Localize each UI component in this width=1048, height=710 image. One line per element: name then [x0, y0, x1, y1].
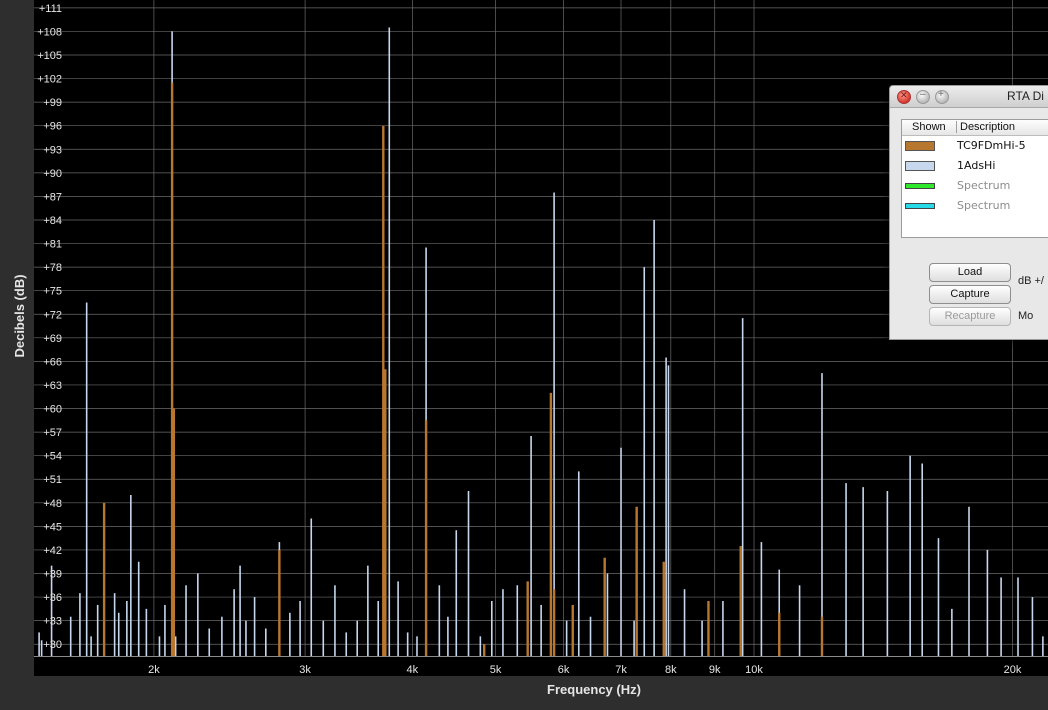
y-tick-label: +30 — [43, 639, 62, 651]
zoom-window-icon[interactable] — [935, 89, 949, 104]
x-tick-label: 9k — [709, 664, 721, 676]
x-tick-label: 3k — [299, 664, 311, 676]
y-tick-label: +57 — [43, 427, 62, 439]
y-tick-label: +102 — [37, 74, 62, 86]
x-tick-label: 20k — [1004, 664, 1022, 676]
y-tick-label: +54 — [43, 451, 62, 463]
y-tick-label: +111 — [39, 3, 62, 15]
y-tick-label: +33 — [43, 616, 62, 628]
x-tick-label: 2k — [148, 664, 160, 676]
series-color-swatch[interactable] — [905, 183, 935, 189]
db-offset-label: dB +/ — [1018, 275, 1044, 287]
y-tick-label: +39 — [43, 569, 62, 581]
column-separator — [956, 121, 957, 133]
y-tick-label: +42 — [43, 545, 62, 557]
window-titlebar[interactable]: RTA Di — [890, 86, 1048, 108]
y-tick-label: +72 — [43, 309, 62, 321]
mode-label: Mo — [1018, 310, 1034, 322]
y-tick-label: +96 — [43, 121, 62, 133]
series-label: 1AdsHi — [957, 159, 996, 172]
series-list-header: Shown Description — [902, 120, 1048, 136]
series-label: TC9FDmHi-5 — [957, 139, 1026, 152]
y-tick-label: +48 — [43, 498, 62, 510]
series-row[interactable]: TC9FDmHi-5 — [902, 136, 1048, 156]
y-tick-label: +63 — [43, 380, 62, 392]
y-tick-label: +87 — [43, 191, 62, 203]
y-tick-label: +81 — [43, 239, 62, 251]
y-tick-label: +51 — [43, 474, 62, 486]
series-label: Spectrum — [957, 179, 1011, 192]
load-button[interactable]: Load — [929, 263, 1011, 282]
x-tick-label: 5k — [490, 664, 502, 676]
x-tick-label: 6k — [558, 664, 570, 676]
series-list[interactable]: Shown Description TC9FDmHi-5 1AdsHi Spec… — [901, 119, 1048, 238]
y-tick-label: +108 — [37, 26, 62, 38]
series-color-swatch[interactable] — [905, 161, 935, 171]
series-row[interactable]: 1AdsHi — [902, 156, 1048, 176]
minimize-window-icon[interactable] — [916, 89, 930, 104]
column-shown[interactable]: Shown — [912, 121, 946, 133]
series-row[interactable]: Spectrum — [902, 176, 1048, 196]
capture-button[interactable]: Capture — [929, 285, 1011, 304]
close-window-icon[interactable] — [897, 90, 911, 104]
y-tick-label: +36 — [43, 592, 62, 604]
series-label: Spectrum — [957, 199, 1011, 212]
y-axis-title: Decibels (dB) — [12, 274, 27, 357]
y-tick-label: +60 — [43, 404, 62, 416]
y-tick-label: +66 — [43, 356, 62, 368]
series-row[interactable]: Spectrum — [902, 196, 1048, 216]
recapture-button[interactable]: Recapture — [929, 307, 1011, 326]
x-axis-title: Frequency (Hz) — [547, 682, 641, 697]
series-color-swatch[interactable] — [905, 203, 935, 209]
y-tick-label: +93 — [43, 144, 62, 156]
y-tick-label: +78 — [43, 262, 62, 274]
y-tick-label: +99 — [43, 97, 62, 109]
y-tick-label: +45 — [43, 521, 62, 533]
y-tick-label: +75 — [43, 286, 62, 298]
x-tick-label: 8k — [665, 664, 677, 676]
x-tick-label: 4k — [407, 664, 419, 676]
series-color-swatch[interactable] — [905, 141, 935, 151]
y-tick-label: +69 — [43, 333, 62, 345]
y-tick-label: +84 — [43, 215, 62, 227]
y-tick-label: +105 — [37, 50, 62, 62]
column-description[interactable]: Description — [960, 121, 1015, 133]
rta-display-window: RTA Di Shown Description TC9FDmHi-5 1Ads… — [889, 85, 1048, 340]
x-tick-label: 10k — [745, 664, 763, 676]
x-tick-label: 7k — [615, 664, 627, 676]
y-tick-label: +90 — [43, 168, 62, 180]
window-title: RTA Di — [1007, 89, 1044, 103]
